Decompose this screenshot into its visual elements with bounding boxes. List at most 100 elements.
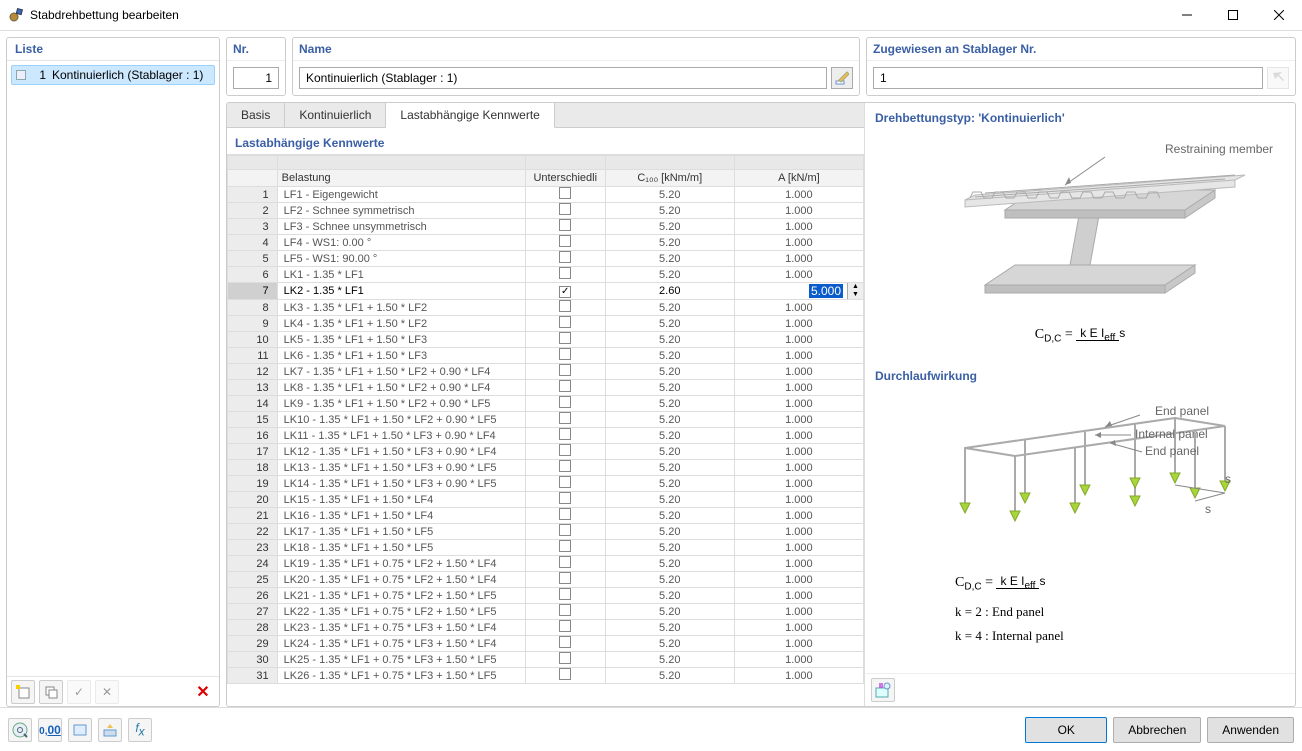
cell-c100[interactable]: 5.20: [605, 540, 734, 556]
tool3-button[interactable]: [68, 718, 92, 742]
cell-a[interactable]: 1.000: [734, 572, 863, 588]
cell-c100[interactable]: 5.20: [605, 396, 734, 412]
cell-a[interactable]: 1.000: [734, 556, 863, 572]
cell-c100[interactable]: 5.20: [605, 460, 734, 476]
cell-a[interactable]: 1.000: [734, 620, 863, 636]
checkbox-icon[interactable]: [559, 364, 571, 376]
cell-c100[interactable]: 5.20: [605, 444, 734, 460]
cell-a[interactable]: 1.000: [734, 476, 863, 492]
cell-c100[interactable]: 5.20: [605, 203, 734, 219]
table-row[interactable]: 24LK19 - 1.35 * LF1 + 0.75 * LF2 + 1.50 …: [228, 556, 864, 572]
cell-diff[interactable]: [525, 203, 605, 219]
cell-a[interactable]: 1.000: [734, 203, 863, 219]
cell-a[interactable]: 1.000: [734, 604, 863, 620]
cell-load[interactable]: LK9 - 1.35 * LF1 + 1.50 * LF2 + 0.90 * L…: [277, 396, 525, 412]
cell-c100[interactable]: 5.20: [605, 380, 734, 396]
cell-c100[interactable]: 5.20: [605, 556, 734, 572]
cell-diff[interactable]: [525, 508, 605, 524]
cell-load[interactable]: LK12 - 1.35 * LF1 + 1.50 * LF3 + 0.90 * …: [277, 444, 525, 460]
cell-load[interactable]: LK23 - 1.35 * LF1 + 0.75 * LF3 + 1.50 * …: [277, 620, 525, 636]
table-row[interactable]: 7LK2 - 1.35 * LF12.605.000▲▼: [228, 283, 864, 300]
table-row[interactable]: 26LK21 - 1.35 * LF1 + 0.75 * LF2 + 1.50 …: [228, 588, 864, 604]
ok-button[interactable]: OK: [1025, 717, 1107, 743]
table-row[interactable]: 9LK4 - 1.35 * LF1 + 1.50 * LF25.201.000: [228, 316, 864, 332]
cell-diff[interactable]: [525, 316, 605, 332]
cell-diff[interactable]: [525, 187, 605, 203]
cell-load[interactable]: LK4 - 1.35 * LF1 + 1.50 * LF2: [277, 316, 525, 332]
cell-diff[interactable]: [525, 300, 605, 316]
cell-diff[interactable]: [525, 380, 605, 396]
cell-c100[interactable]: 5.20: [605, 572, 734, 588]
checkbox-icon[interactable]: [559, 412, 571, 424]
cell-diff[interactable]: [525, 572, 605, 588]
close-button[interactable]: [1256, 0, 1302, 30]
checkbox-icon[interactable]: [559, 476, 571, 488]
tab-basis[interactable]: Basis: [227, 103, 285, 127]
assigned-input[interactable]: [873, 67, 1263, 89]
fx-button[interactable]: fx: [128, 718, 152, 742]
cell-diff[interactable]: [525, 540, 605, 556]
cell-load[interactable]: LF1 - Eigengewicht: [277, 187, 525, 203]
cell-c100[interactable]: 5.20: [605, 235, 734, 251]
checkbox-icon[interactable]: [559, 620, 571, 632]
checkbox-icon[interactable]: [559, 251, 571, 263]
cell-a[interactable]: 1.000: [734, 492, 863, 508]
checkbox-icon[interactable]: [559, 636, 571, 648]
cell-c100[interactable]: 5.20: [605, 428, 734, 444]
cell-diff[interactable]: [525, 428, 605, 444]
cell-diff[interactable]: [525, 396, 605, 412]
cell-diff[interactable]: [525, 251, 605, 267]
checkbox-icon[interactable]: [559, 668, 571, 680]
checkbox-icon[interactable]: [559, 428, 571, 440]
table-row[interactable]: 19LK14 - 1.35 * LF1 + 1.50 * LF3 + 0.90 …: [228, 476, 864, 492]
cell-c100[interactable]: 5.20: [605, 652, 734, 668]
cell-a[interactable]: 1.000: [734, 364, 863, 380]
cell-diff[interactable]: [525, 364, 605, 380]
cell-diff[interactable]: [525, 492, 605, 508]
cell-load[interactable]: LK14 - 1.35 * LF1 + 1.50 * LF3 + 0.90 * …: [277, 476, 525, 492]
cell-diff[interactable]: [525, 283, 605, 300]
checkbox-icon[interactable]: [559, 604, 571, 616]
cell-load[interactable]: LK10 - 1.35 * LF1 + 1.50 * LF2 + 0.90 * …: [277, 412, 525, 428]
table-row[interactable]: 30LK25 - 1.35 * LF1 + 0.75 * LF3 + 1.50 …: [228, 652, 864, 668]
cell-load[interactable]: LK2 - 1.35 * LF1: [277, 283, 525, 300]
cell-c100[interactable]: 5.20: [605, 219, 734, 235]
cell-diff[interactable]: [525, 652, 605, 668]
cell-diff[interactable]: [525, 636, 605, 652]
table-row[interactable]: 4LF4 - WS1: 0.00 °5.201.000: [228, 235, 864, 251]
cell-a[interactable]: 1.000: [734, 652, 863, 668]
cell-c100[interactable]: 5.20: [605, 604, 734, 620]
cell-diff[interactable]: [525, 524, 605, 540]
cell-c100[interactable]: 5.20: [605, 348, 734, 364]
cell-diff[interactable]: [525, 604, 605, 620]
checkbox-icon[interactable]: [559, 316, 571, 328]
cell-diff[interactable]: [525, 348, 605, 364]
checkbox-icon[interactable]: [559, 588, 571, 600]
info-tool-button[interactable]: [871, 678, 895, 702]
cell-c100[interactable]: 5.20: [605, 636, 734, 652]
cell-load[interactable]: LK15 - 1.35 * LF1 + 1.50 * LF4: [277, 492, 525, 508]
cell-diff[interactable]: [525, 668, 605, 684]
cell-c100[interactable]: 5.20: [605, 251, 734, 267]
checkbox-icon[interactable]: [559, 332, 571, 344]
cell-load[interactable]: LK19 - 1.35 * LF1 + 0.75 * LF2 + 1.50 * …: [277, 556, 525, 572]
table-row[interactable]: 31LK26 - 1.35 * LF1 + 0.75 * LF3 + 1.50 …: [228, 668, 864, 684]
checkbox-icon[interactable]: [559, 652, 571, 664]
checkbox-icon[interactable]: [559, 444, 571, 456]
cell-c100[interactable]: 5.20: [605, 300, 734, 316]
cell-diff[interactable]: [525, 332, 605, 348]
cell-a[interactable]: 1.000: [734, 300, 863, 316]
cell-a[interactable]: 1.000: [734, 444, 863, 460]
cell-a[interactable]: 1.000: [734, 588, 863, 604]
cell-a[interactable]: 1.000: [734, 348, 863, 364]
cell-c100[interactable]: 5.20: [605, 492, 734, 508]
cell-c100[interactable]: 5.20: [605, 267, 734, 283]
cell-c100[interactable]: 5.20: [605, 332, 734, 348]
spin-down-icon[interactable]: ▼: [847, 291, 863, 299]
table-row[interactable]: 12LK7 - 1.35 * LF1 + 1.50 * LF2 + 0.90 *…: [228, 364, 864, 380]
cell-c100[interactable]: 2.60: [605, 283, 734, 300]
checkbox-icon[interactable]: [559, 572, 571, 584]
table-row[interactable]: 18LK13 - 1.35 * LF1 + 1.50 * LF3 + 0.90 …: [228, 460, 864, 476]
cell-a[interactable]: 1.000: [734, 187, 863, 203]
cell-a[interactable]: 1.000: [734, 508, 863, 524]
